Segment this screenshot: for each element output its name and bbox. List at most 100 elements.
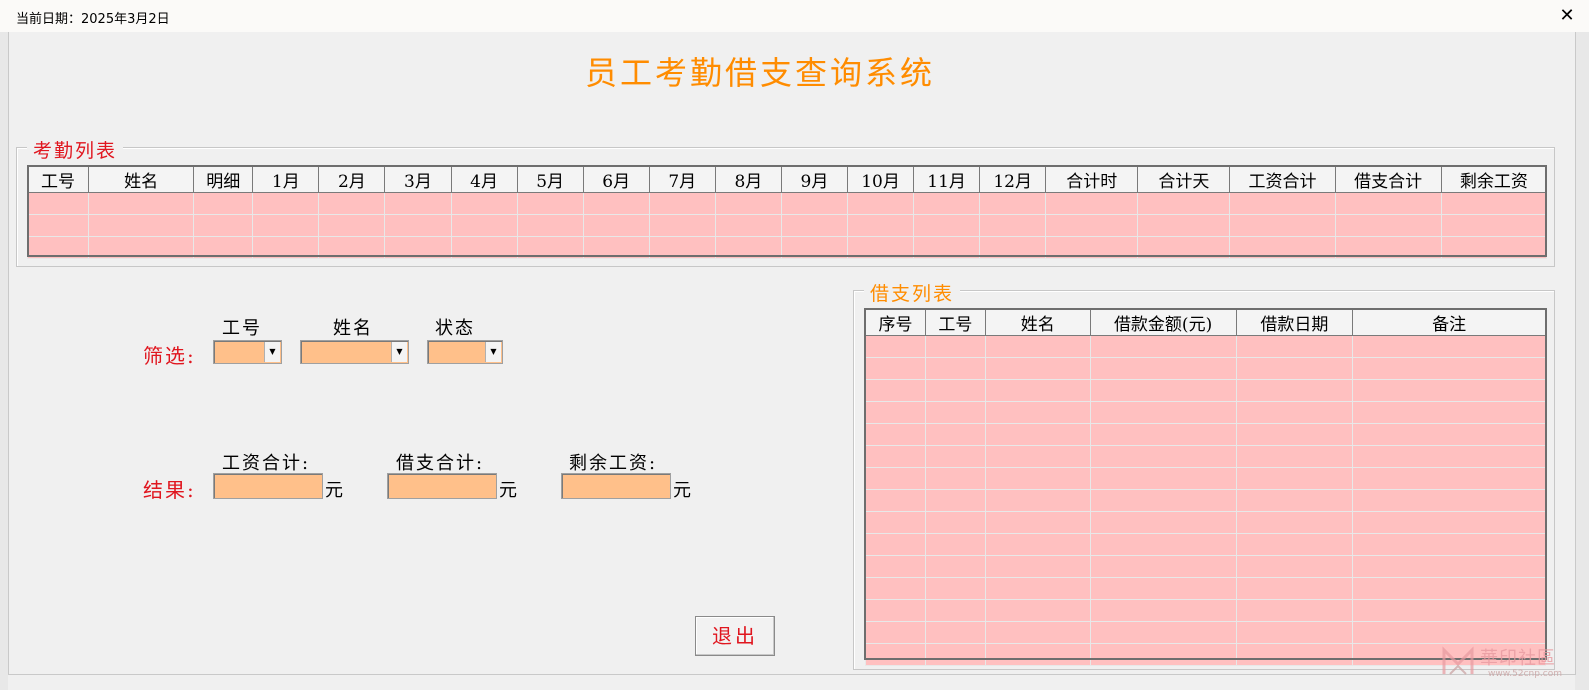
table-cell[interactable]: [1235, 577, 1354, 600]
table-cell[interactable]: [1334, 236, 1442, 259]
table-cell[interactable]: [865, 489, 926, 512]
table-cell[interactable]: [1045, 214, 1139, 237]
table-cell[interactable]: [318, 236, 386, 259]
table-cell[interactable]: [1235, 335, 1354, 358]
loan-column-header[interactable]: 序号: [865, 309, 926, 336]
table-cell[interactable]: [1089, 599, 1237, 622]
attendance-column-header[interactable]: 6月: [582, 166, 650, 193]
chevron-down-icon[interactable]: ▼: [391, 342, 407, 362]
table-cell[interactable]: [1235, 445, 1354, 468]
table-row[interactable]: [865, 555, 1546, 578]
table-cell[interactable]: [924, 401, 986, 424]
table-row[interactable]: [865, 379, 1546, 402]
table-cell[interactable]: [516, 214, 584, 237]
table-cell[interactable]: [1137, 236, 1231, 259]
table-row[interactable]: [26, 236, 1548, 259]
attendance-column-header[interactable]: 合计时: [1045, 166, 1139, 193]
loan-column-header[interactable]: 工号: [924, 309, 986, 336]
table-cell[interactable]: [1089, 577, 1237, 600]
table-cell[interactable]: [924, 357, 986, 380]
table-cell[interactable]: [26, 214, 90, 237]
table-row[interactable]: [865, 335, 1546, 358]
table-cell[interactable]: [1235, 511, 1354, 534]
attendance-column-header[interactable]: 工号: [26, 166, 90, 193]
attendance-column-header[interactable]: 10月: [846, 166, 915, 193]
table-cell[interactable]: [648, 236, 716, 259]
table-cell[interactable]: [984, 489, 1091, 512]
table-cell[interactable]: [1089, 621, 1237, 644]
table-cell[interactable]: [865, 643, 926, 666]
loan-column-header[interactable]: 备注: [1352, 309, 1546, 336]
table-cell[interactable]: [450, 192, 518, 215]
attendance-column-header[interactable]: 合计天: [1137, 166, 1231, 193]
table-cell[interactable]: [1089, 467, 1237, 490]
attendance-column-header[interactable]: 3月: [384, 166, 452, 193]
table-cell[interactable]: [865, 621, 926, 644]
table-row[interactable]: [26, 192, 1548, 215]
table-cell[interactable]: [984, 357, 1091, 380]
employee-id-combo[interactable]: ▼: [213, 340, 282, 364]
table-cell[interactable]: [1089, 555, 1237, 578]
table-cell[interactable]: [1235, 357, 1354, 380]
table-cell[interactable]: [1352, 357, 1546, 380]
table-cell[interactable]: [516, 192, 584, 215]
table-cell[interactable]: [1235, 555, 1354, 578]
table-cell[interactable]: [1352, 533, 1546, 556]
name-combo[interactable]: ▼: [300, 340, 409, 364]
table-cell[interactable]: [865, 555, 926, 578]
table-cell[interactable]: [913, 214, 981, 237]
table-cell[interactable]: [1235, 533, 1354, 556]
table-cell[interactable]: [1089, 445, 1237, 468]
table-cell[interactable]: [865, 511, 926, 534]
table-cell[interactable]: [865, 533, 926, 556]
salary-total-field[interactable]: [213, 473, 323, 499]
table-cell[interactable]: [582, 236, 650, 259]
table-cell[interactable]: [865, 577, 926, 600]
loan-column-header[interactable]: 借款金额(元): [1089, 309, 1237, 336]
chevron-down-icon[interactable]: ▼: [264, 342, 280, 362]
table-row[interactable]: [865, 621, 1546, 644]
table-cell[interactable]: [1352, 379, 1546, 402]
table-cell[interactable]: [88, 236, 195, 259]
table-cell[interactable]: [252, 236, 320, 259]
table-cell[interactable]: [924, 511, 986, 534]
table-cell[interactable]: [865, 335, 926, 358]
attendance-column-header[interactable]: 7月: [648, 166, 716, 193]
table-cell[interactable]: [913, 236, 981, 259]
table-cell[interactable]: [780, 192, 848, 215]
table-cell[interactable]: [384, 236, 452, 259]
table-cell[interactable]: [1089, 401, 1237, 424]
chevron-down-icon[interactable]: ▼: [485, 342, 501, 362]
table-cell[interactable]: [984, 401, 1091, 424]
table-cell[interactable]: [1229, 192, 1336, 215]
table-cell[interactable]: [1089, 489, 1237, 512]
table-cell[interactable]: [1089, 379, 1237, 402]
table-cell[interactable]: [1229, 214, 1336, 237]
table-cell[interactable]: [1352, 467, 1546, 490]
table-cell[interactable]: [1352, 577, 1546, 600]
table-cell[interactable]: [865, 379, 926, 402]
table-cell[interactable]: [846, 236, 915, 259]
table-row[interactable]: [865, 533, 1546, 556]
exit-button[interactable]: 退出: [695, 616, 775, 656]
table-cell[interactable]: [1352, 445, 1546, 468]
table-cell[interactable]: [193, 236, 254, 259]
table-cell[interactable]: [1089, 511, 1237, 534]
table-cell[interactable]: [984, 577, 1091, 600]
table-cell[interactable]: [984, 643, 1091, 666]
table-cell[interactable]: [984, 467, 1091, 490]
table-cell[interactable]: [26, 236, 90, 259]
table-cell[interactable]: [1440, 236, 1548, 259]
attendance-column-header[interactable]: 借支合计: [1334, 166, 1442, 193]
table-cell[interactable]: [88, 214, 195, 237]
attendance-column-header[interactable]: 1月: [252, 166, 320, 193]
attendance-column-header[interactable]: 工资合计: [1229, 166, 1336, 193]
table-cell[interactable]: [450, 214, 518, 237]
table-cell[interactable]: [984, 335, 1091, 358]
table-row[interactable]: [26, 214, 1548, 237]
table-cell[interactable]: [384, 214, 452, 237]
attendance-column-header[interactable]: 明细: [193, 166, 254, 193]
table-cell[interactable]: [1235, 643, 1354, 666]
table-cell[interactable]: [924, 555, 986, 578]
table-cell[interactable]: [1089, 643, 1237, 666]
